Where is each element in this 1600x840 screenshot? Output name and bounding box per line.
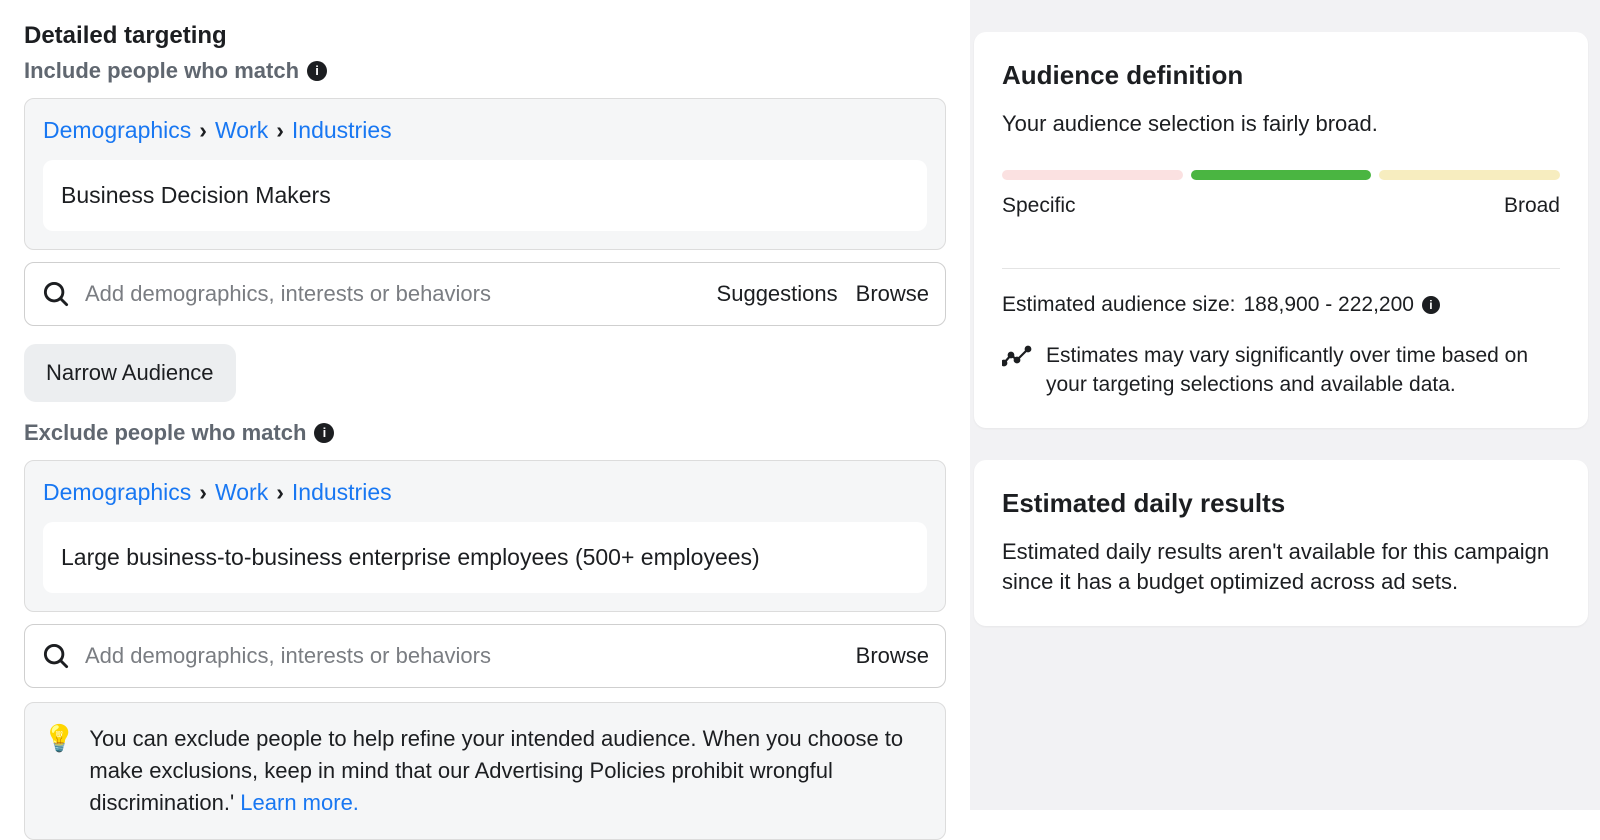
exclusion-tip: 💡 You can exclude people to help refine … — [24, 702, 946, 840]
search-icon — [41, 641, 71, 671]
include-search-input[interactable] — [85, 281, 699, 307]
gauge-label-specific: Specific — [1002, 194, 1076, 218]
exclude-subheading-row: Exclude people who match i — [24, 420, 946, 446]
exclude-targeting-block: Demographics › Work › Industries Large b… — [24, 460, 946, 612]
include-subheading-row: Include people who match i — [24, 58, 946, 84]
browse-link[interactable]: Browse — [856, 643, 929, 669]
breadcrumb-separator: › — [276, 479, 284, 506]
suggestions-link[interactable]: Suggestions — [717, 281, 838, 307]
audience-definition-card: Audience definition Your audience select… — [974, 32, 1588, 428]
info-icon[interactable]: i — [307, 61, 327, 81]
exclude-breadcrumb: Demographics › Work › Industries — [43, 479, 927, 506]
card-divider — [1002, 268, 1560, 269]
breadcrumb-separator: › — [199, 479, 207, 506]
estimated-audience-value: 188,900 - 222,200 — [1243, 293, 1413, 317]
gauge-segment-current — [1191, 170, 1372, 180]
exclude-search-row[interactable]: Browse — [24, 624, 946, 688]
include-targeting-block: Demographics › Work › Industries Busines… — [24, 98, 946, 250]
breadcrumb-separator: › — [199, 117, 207, 144]
browse-link[interactable]: Browse — [856, 281, 929, 307]
breadcrumb-demographics[interactable]: Demographics — [43, 117, 191, 144]
exclude-selection-chip[interactable]: Large business-to-business enterprise em… — [43, 522, 927, 593]
include-selection-chip[interactable]: Business Decision Makers — [43, 160, 927, 231]
detailed-targeting-heading: Detailed targeting — [24, 22, 946, 50]
estimated-daily-results-card: Estimated daily results Estimated daily … — [974, 460, 1588, 627]
audience-definition-title: Audience definition — [1002, 60, 1560, 91]
search-icon — [41, 279, 71, 309]
estimated-daily-title: Estimated daily results — [1002, 488, 1560, 519]
info-icon[interactable]: i — [1422, 296, 1440, 314]
gauge-segment-broad — [1379, 170, 1560, 180]
exclude-subheading: Exclude people who match — [24, 420, 306, 446]
estimated-daily-text: Estimated daily results aren't available… — [1002, 537, 1560, 599]
exclude-search-input[interactable] — [85, 643, 838, 669]
breadcrumb-work[interactable]: Work — [215, 479, 268, 506]
gauge-label-broad: Broad — [1504, 194, 1560, 218]
estimated-audience-label: Estimated audience size: — [1002, 293, 1235, 317]
tip-text: You can exclude people to help refine yo… — [89, 726, 903, 815]
include-search-row[interactable]: Suggestions Browse — [24, 262, 946, 326]
estimate-variance-text: Estimates may vary significantly over ti… — [1046, 341, 1560, 400]
audience-summary-text: Your audience selection is fairly broad. — [1002, 109, 1560, 140]
include-breadcrumb: Demographics › Work › Industries — [43, 117, 927, 144]
detailed-targeting-panel: Detailed targeting Include people who ma… — [0, 0, 970, 810]
include-subheading: Include people who match — [24, 58, 299, 84]
lightbulb-icon: 💡 — [43, 725, 75, 751]
breadcrumb-separator: › — [276, 117, 284, 144]
breadcrumb-industries[interactable]: Industries — [292, 479, 392, 506]
gauge-segment-specific — [1002, 170, 1183, 180]
estimate-variance-note: Estimates may vary significantly over ti… — [1002, 341, 1560, 400]
gauge-labels: Specific Broad — [1002, 194, 1560, 218]
breadcrumb-industries[interactable]: Industries — [292, 117, 392, 144]
learn-more-link[interactable]: Learn more. — [240, 790, 359, 815]
info-icon[interactable]: i — [314, 423, 334, 443]
breadcrumb-demographics[interactable]: Demographics — [43, 479, 191, 506]
right-panel: Audience definition Your audience select… — [970, 0, 1600, 810]
narrow-audience-button[interactable]: Narrow Audience — [24, 344, 236, 402]
estimated-audience-row: Estimated audience size: 188,900 - 222,2… — [1002, 293, 1560, 317]
trend-icon — [1002, 345, 1032, 369]
audience-gauge — [1002, 170, 1560, 180]
tip-text-wrap: You can exclude people to help refine yo… — [89, 723, 927, 819]
breadcrumb-work[interactable]: Work — [215, 117, 268, 144]
